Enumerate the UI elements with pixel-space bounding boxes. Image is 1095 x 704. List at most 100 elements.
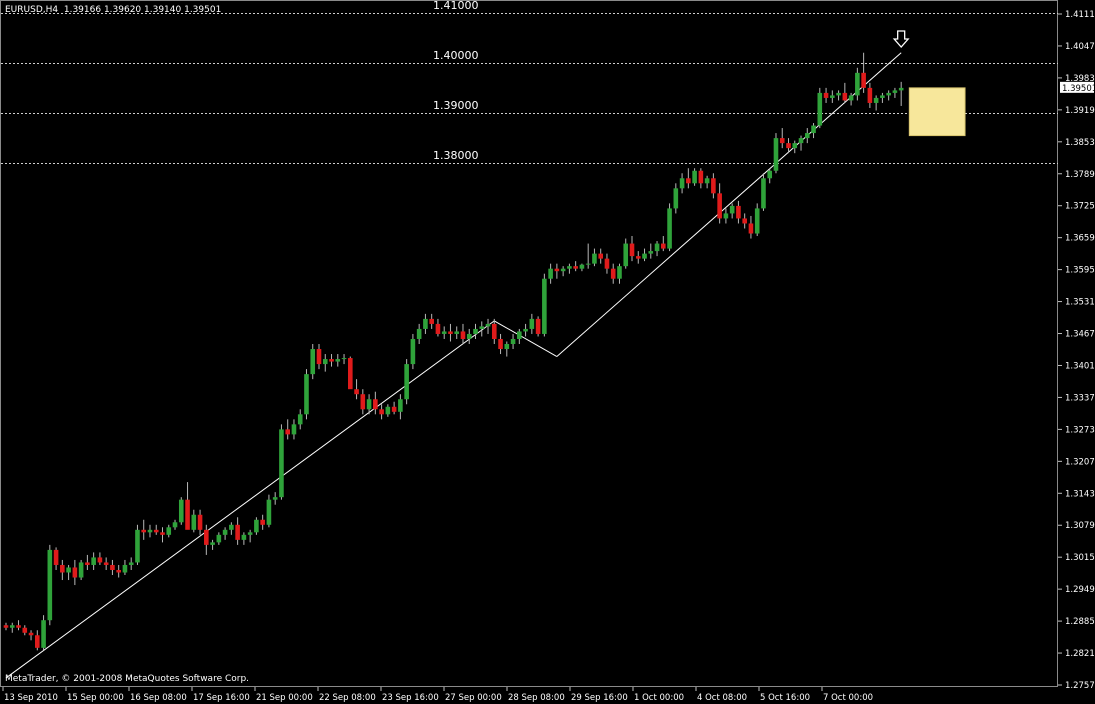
candle-body xyxy=(873,97,879,103)
candle-body xyxy=(423,318,428,329)
x-axis-tick-label: 21 Sep 00:00 xyxy=(256,693,313,703)
candle-body xyxy=(629,243,635,257)
candle-body xyxy=(416,328,422,339)
candle-body xyxy=(473,328,478,334)
candle-body xyxy=(366,399,372,410)
candle-body xyxy=(254,519,259,533)
highlight-box[interactable] xyxy=(908,87,966,137)
price-chart[interactable]: 1.41000 1.40000 1.39000 1.38000 1.41110 1.404… xyxy=(0,0,1095,704)
candle-body xyxy=(354,389,359,395)
candle-body xyxy=(661,243,666,249)
candle-body xyxy=(435,323,441,334)
x-axis-tick-label: 4 Oct 08:00 xyxy=(697,693,747,703)
candle-body xyxy=(798,138,804,144)
candle-body xyxy=(160,532,165,535)
candle-body xyxy=(178,499,184,523)
trend-line[interactable] xyxy=(5,320,495,679)
candle-body xyxy=(761,178,766,209)
candle-body xyxy=(736,205,741,219)
candle-body xyxy=(197,514,203,530)
candle-body xyxy=(811,125,816,134)
candle-body xyxy=(610,268,616,279)
candle-body xyxy=(41,620,46,648)
x-axis-tick-label: 29 Sep 16:00 xyxy=(571,693,628,703)
candle-body xyxy=(141,529,147,533)
y-axis-tick-label: 1.36590 xyxy=(1065,234,1095,244)
candle-body xyxy=(510,338,516,345)
candle-body xyxy=(47,549,53,621)
candle-body xyxy=(285,429,290,435)
x-axis-tick-label: 1 Oct 00:00 xyxy=(634,693,684,703)
candle-body xyxy=(441,331,447,334)
candle-body xyxy=(379,409,384,415)
candle-body xyxy=(9,625,15,628)
y-axis-tick-label: 1.33370 xyxy=(1065,393,1095,403)
down-arrow-icon[interactable] xyxy=(892,30,910,48)
candle-body xyxy=(679,178,685,189)
candle-body xyxy=(573,266,578,269)
candle-body xyxy=(723,213,729,219)
candle-body xyxy=(235,524,240,540)
candle-body xyxy=(830,95,835,98)
candle-body xyxy=(692,170,697,184)
x-axis-tick-label: 17 Sep 16:00 xyxy=(193,693,250,703)
level-label: 1.39000 xyxy=(433,99,479,112)
candle-body xyxy=(66,567,71,573)
candle-body xyxy=(185,499,190,530)
x-axis-tick-label: 22 Sep 08:00 xyxy=(319,693,376,703)
candle-body xyxy=(166,527,172,535)
candle-body xyxy=(241,534,247,540)
candle-body xyxy=(673,188,679,209)
candle-body xyxy=(153,529,159,533)
candle-body xyxy=(579,264,585,269)
candle-body xyxy=(247,532,253,535)
candle-body xyxy=(135,529,140,563)
candle-body xyxy=(504,344,510,350)
candle-body xyxy=(598,253,603,259)
y-axis-tick-label: 1.35310 xyxy=(1065,298,1095,308)
y-axis-tick-label: 1.30150 xyxy=(1065,553,1095,563)
y-axis-tick-label: 1.31430 xyxy=(1065,489,1095,499)
candle-body xyxy=(542,278,547,334)
candle-body xyxy=(448,331,453,334)
candle-body xyxy=(648,251,654,254)
candle-body xyxy=(147,529,153,533)
candle-body xyxy=(804,133,810,139)
candle-body xyxy=(517,331,522,339)
candle-body xyxy=(466,333,472,339)
candle-body xyxy=(892,90,898,93)
candle-body xyxy=(711,178,716,194)
candle-body xyxy=(886,92,891,96)
y-axis-tick-label: 1.28210 xyxy=(1065,649,1095,659)
candle-body xyxy=(585,263,591,265)
y-axis-tick-label: 1.27570 xyxy=(1065,681,1095,691)
candle-body xyxy=(617,266,622,279)
candle-body xyxy=(391,406,397,412)
chart-header: EURUSD,H4 1.39166 1.39620 1.39140 1.3950… xyxy=(5,5,221,15)
candle-body xyxy=(398,399,403,412)
candle-body xyxy=(779,138,785,144)
candle-body xyxy=(479,326,485,329)
candle-body xyxy=(385,406,391,415)
y-axis-tick-label: 1.29490 xyxy=(1065,585,1095,595)
level-label: 1.38000 xyxy=(433,149,479,162)
x-axis-tick-label: 27 Sep 00:00 xyxy=(445,693,502,703)
candle-body xyxy=(272,497,278,500)
candle-body xyxy=(28,632,34,636)
candle-body xyxy=(836,92,841,96)
candle-body xyxy=(880,95,885,98)
candle-body xyxy=(266,499,272,525)
candle-body xyxy=(454,331,460,334)
level-label: 1.40000 xyxy=(433,49,479,62)
candle-body xyxy=(291,424,297,435)
chart-window[interactable]: 1.41000 1.40000 1.39000 1.38000 1.41110 1.404… xyxy=(0,0,1095,704)
candle-body xyxy=(16,625,21,628)
candle-body xyxy=(3,625,9,628)
y-axis-tick-label: 1.39190 xyxy=(1065,106,1095,116)
candle-body xyxy=(767,170,773,179)
y-axis-tick-label: 1.32070 xyxy=(1065,457,1095,467)
candle-body xyxy=(635,256,641,259)
x-axis-tick-label: 28 Sep 08:00 xyxy=(508,693,565,703)
candle-body xyxy=(523,328,528,332)
candle-body xyxy=(128,562,134,565)
